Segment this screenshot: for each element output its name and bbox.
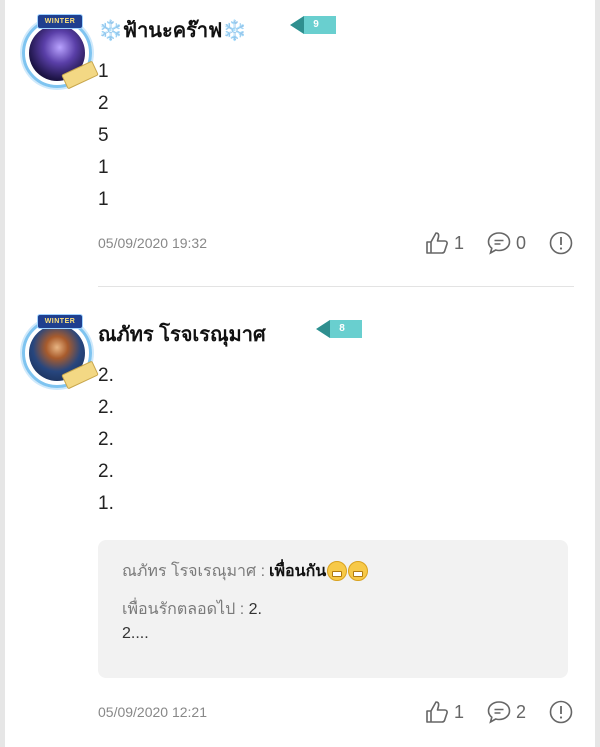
left-edge (0, 0, 5, 747)
level-badge: 8 (316, 320, 362, 338)
reply-text-continued: 2.... (122, 625, 149, 642)
like-button[interactable]: 1 (424, 230, 464, 256)
snowflake-icon: ❄️ (98, 20, 123, 42)
comment-bubble-icon (486, 230, 512, 256)
comment-line: 2. (98, 429, 114, 450)
reply-author: เพื่อนรักตลอดไป : (122, 601, 245, 618)
comment-line: 1. (98, 493, 114, 514)
reply-text: 2. (248, 601, 262, 618)
like-count: 1 (453, 701, 464, 722)
like-count: 1 (453, 232, 464, 253)
comment-bubble-icon (486, 699, 512, 725)
report-button[interactable] (548, 699, 574, 725)
quoted-reply: เพื่อนรักตลอดไป : 2. 2.... (122, 598, 544, 646)
timestamp: 05/09/2020 12:21 (98, 704, 207, 720)
comment-line: 2. (98, 365, 114, 386)
comment-line: 1 (98, 189, 109, 210)
comment-line: 2. (98, 397, 114, 418)
report-icon (548, 230, 574, 256)
avatar-frame-badge: WINTER (37, 314, 83, 329)
like-button[interactable]: 1 (424, 699, 464, 725)
comment-line: 5 (98, 125, 109, 146)
quoted-replies[interactable]: ณภัทร โรจเรณุมาศ : เพื่อนกัน เพื่อนรักตล… (98, 540, 568, 678)
thumbs-up-icon (424, 699, 450, 725)
comment-actions: 1 0 (402, 230, 574, 256)
thumbs-up-icon (424, 230, 450, 256)
reply-text: เพื่อนกัน (269, 562, 327, 580)
reply-button[interactable]: 0 (486, 230, 526, 256)
comment-body: 2. 2. 2. 2. 1. (98, 360, 114, 520)
comment-body: 1 2 5 1 1 (98, 56, 109, 216)
comment-line: 2 (98, 93, 109, 114)
author-name[interactable]: ❄️ฟ้านะคร๊าฟ❄️ (98, 14, 247, 46)
author-name[interactable]: ณภัทร โรจเรณุมาศ (98, 318, 266, 350)
report-icon (548, 699, 574, 725)
level-badge: 9 (290, 16, 336, 34)
comment-actions: 1 2 (402, 699, 574, 725)
comment-divider (98, 286, 574, 287)
reply-author: ณภัทร โรจเรณุมาศ : (122, 562, 266, 580)
avatar[interactable]: WINTER (22, 14, 99, 90)
comment-line: 2. (98, 461, 114, 482)
avatar-frame-badge: WINTER (37, 14, 83, 29)
author-name-text: ฟ้านะคร๊าฟ (122, 20, 223, 42)
right-edge (595, 0, 600, 747)
grinning-face-icon (327, 561, 348, 581)
reply-count: 2 (515, 701, 526, 722)
reply-count: 0 (515, 232, 526, 253)
comment-line: 1 (98, 157, 109, 178)
quoted-reply: ณภัทร โรจเรณุมาศ : เพื่อนกัน (122, 558, 544, 584)
report-button[interactable] (548, 230, 574, 256)
avatar[interactable]: WINTER (22, 314, 99, 390)
comment-line: 1 (98, 61, 109, 82)
reply-button[interactable]: 2 (486, 699, 526, 725)
timestamp: 05/09/2020 19:32 (98, 235, 207, 251)
grinning-face-icon (348, 561, 369, 581)
snowflake-icon: ❄️ (222, 20, 248, 42)
